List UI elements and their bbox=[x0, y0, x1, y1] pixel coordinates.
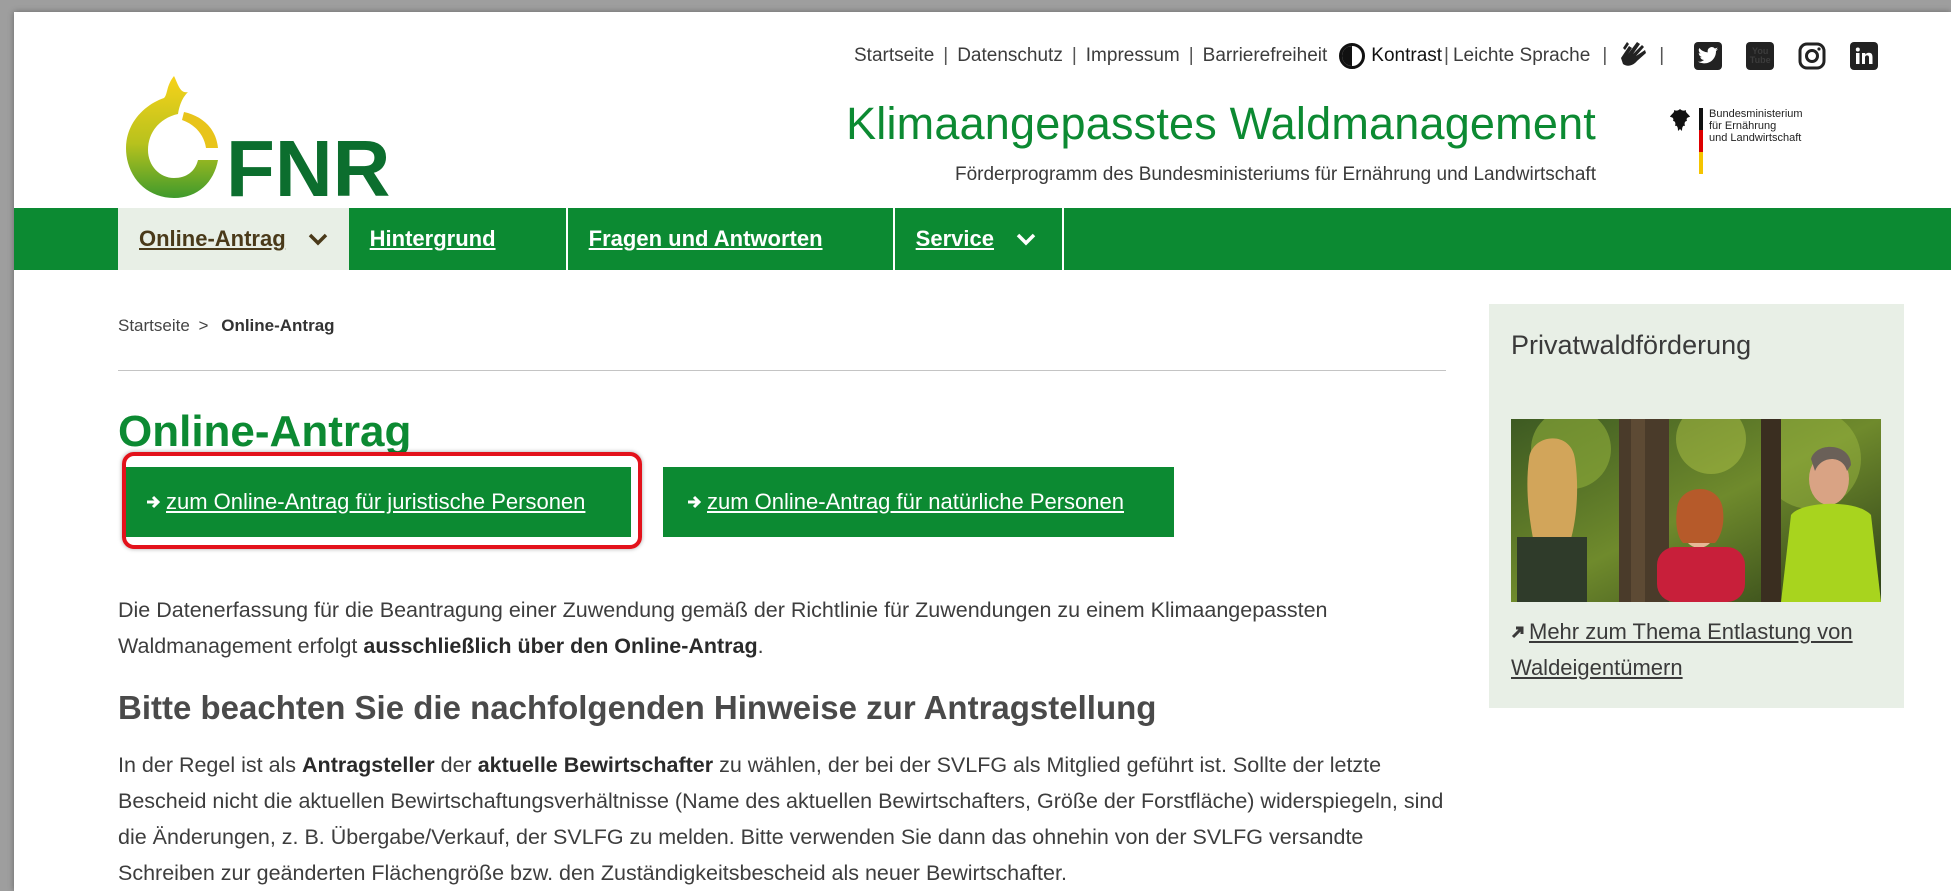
divider bbox=[118, 370, 1446, 371]
highlight-annotation bbox=[122, 452, 642, 549]
top-link-startseite[interactable]: Startseite bbox=[854, 45, 934, 67]
kontrast-toggle[interactable]: Kontrast bbox=[1339, 43, 1442, 69]
contrast-icon bbox=[1339, 43, 1366, 69]
youtube-link[interactable]: You Tube bbox=[1746, 42, 1775, 70]
online-antrag-natuerliche-personen-button[interactable]: zum Online-Antrag für natürliche Persone… bbox=[663, 467, 1174, 537]
sidebar-link-entlastung[interactable]: Mehr zum Thema Entlastung von Waldeigent… bbox=[1511, 614, 1891, 686]
top-link-leichte-sprache[interactable]: Leichte Sprache bbox=[1453, 45, 1590, 67]
fnr-logo[interactable]: FNR bbox=[122, 74, 402, 213]
breadcrumb-home[interactable]: Startseite bbox=[118, 316, 190, 335]
svg-text:FNR: FNR bbox=[226, 124, 390, 204]
youtube-icon: You Tube bbox=[1749, 46, 1771, 65]
forest-people-photo bbox=[1511, 419, 1881, 602]
bmel-logo[interactable]: Bundesministerium für Ernährung und Land… bbox=[1669, 94, 1829, 174]
twitter-icon bbox=[1698, 47, 1719, 64]
breadcrumb: Startseite > Online-Antrag bbox=[118, 316, 335, 336]
federal-eagle-icon bbox=[1670, 109, 1690, 131]
browser-page: Startseite | Datenschutz | Impressum | B… bbox=[14, 12, 1951, 891]
top-links-bar: Startseite | Datenschutz | Impressum | B… bbox=[854, 32, 1879, 80]
separator: | bbox=[943, 45, 949, 66]
intro-paragraph: Die Datenerfassung für die Beantragung e… bbox=[118, 598, 1328, 658]
hinweise-paragraph: In der Regel ist als Antragsteller der a… bbox=[118, 753, 1444, 885]
page-title: Online-Antrag bbox=[118, 407, 412, 456]
sidebar-privatwaldfoerderung: Privatwaldförderung Mehr zum Thema Entla… bbox=[1489, 304, 1904, 708]
nav-item-online-antrag[interactable]: Online-Antrag bbox=[118, 208, 349, 270]
top-link-impressum[interactable]: Impressum bbox=[1086, 45, 1180, 67]
nav-item-fragen-und-antworten[interactable]: Fragen und Antworten bbox=[568, 208, 895, 270]
main-navigation: Online-Antrag Hintergrund Fragen und Ant… bbox=[14, 208, 1951, 270]
top-link-datenschutz[interactable]: Datenschutz bbox=[957, 45, 1063, 67]
twitter-link[interactable] bbox=[1694, 42, 1723, 70]
separator: | bbox=[1659, 45, 1665, 66]
site-title: Klimaangepasstes Waldmanagement bbox=[846, 98, 1596, 149]
separator: | bbox=[1602, 45, 1608, 66]
arrow-up-right-icon bbox=[1511, 626, 1524, 639]
section-heading: Bitte beachten Sie die nachfolgenden Hin… bbox=[118, 689, 1157, 726]
nav-item-service[interactable]: Service bbox=[895, 208, 1064, 270]
chevron-down-icon bbox=[308, 233, 327, 246]
chevron-down-icon bbox=[1016, 233, 1036, 246]
breadcrumb-separator: > bbox=[198, 316, 209, 335]
top-link-barrierefreiheit[interactable]: Barrierefreiheit bbox=[1203, 45, 1328, 67]
nav-item-hintergrund[interactable]: Hintergrund bbox=[349, 208, 568, 270]
social-links: You Tube bbox=[1670, 42, 1879, 70]
sidebar-title: Privatwaldförderung bbox=[1511, 330, 1752, 360]
sign-language-link[interactable] bbox=[1613, 36, 1651, 76]
linkedin-icon bbox=[1855, 47, 1873, 64]
sign-language-icon bbox=[1621, 42, 1647, 66]
ministry-name: Bundesministerium für Ernährung und Land… bbox=[1709, 108, 1803, 144]
separator: | bbox=[1071, 45, 1077, 66]
separator: | bbox=[1188, 45, 1194, 66]
breadcrumb-current: Online-Antrag bbox=[221, 316, 335, 335]
site-subtitle: Förderprogramm des Bundesministeriums fü… bbox=[954, 164, 1596, 185]
linkedin-link[interactable] bbox=[1850, 42, 1879, 70]
kontrast-label: Kontrast bbox=[1371, 45, 1443, 66]
german-flag-bar bbox=[1699, 108, 1703, 174]
instagram-icon bbox=[1798, 42, 1826, 70]
separator: | bbox=[1444, 45, 1449, 66]
arrow-right-icon bbox=[688, 495, 702, 509]
fnr-flame-icon: FNR bbox=[126, 76, 390, 213]
instagram-link[interactable] bbox=[1798, 42, 1826, 70]
